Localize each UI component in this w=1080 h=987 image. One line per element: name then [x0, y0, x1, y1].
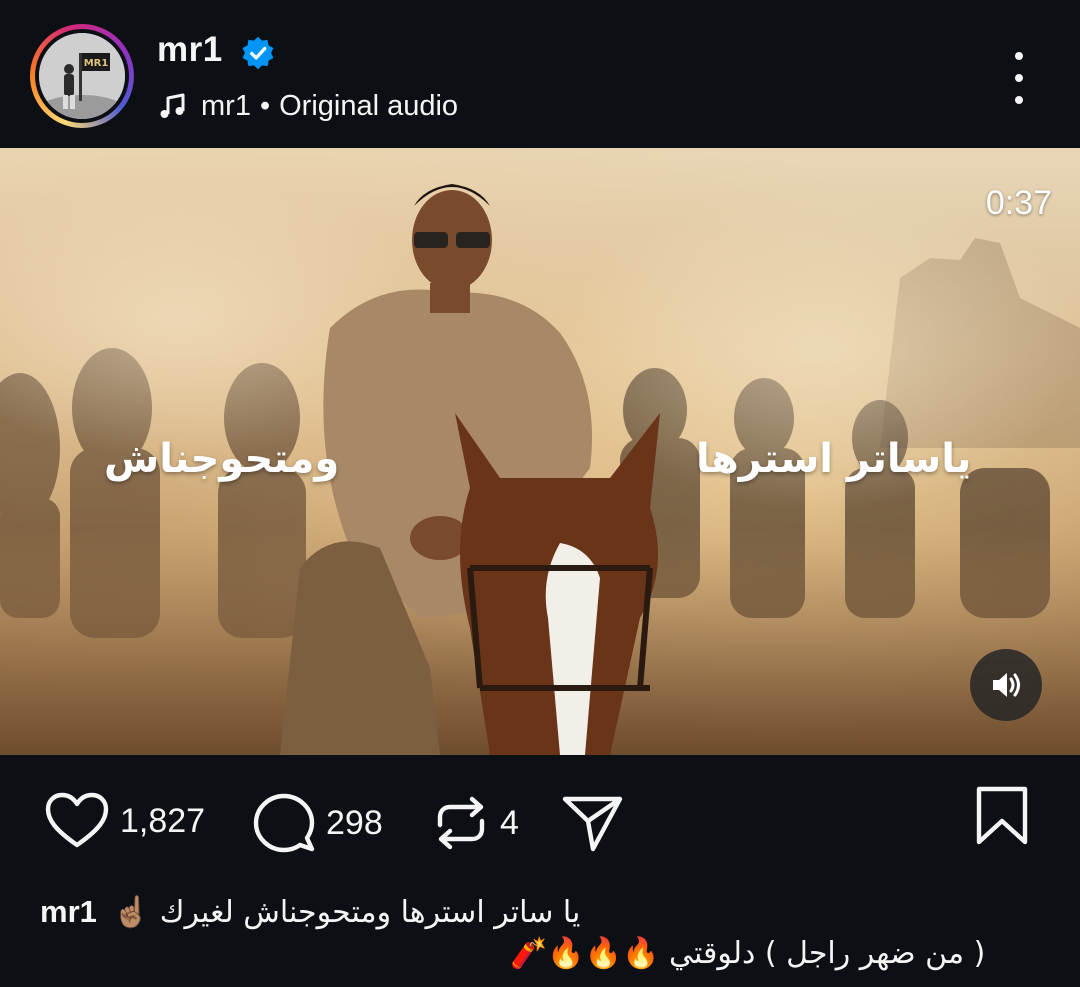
repost-count[interactable]: 4 — [500, 804, 519, 843]
caption-line-1: mr1 يا ساتر استرها ومتحوجناش لغيرك ☝🏽 — [40, 888, 580, 936]
more-dot-icon — [1015, 96, 1023, 104]
share-button[interactable] — [560, 791, 624, 855]
caption-text-1: يا ساتر استرها ومتحوجناش لغيرك ☝🏽 — [112, 894, 581, 930]
post-actions-bar: 1,827 298 4 — [0, 755, 1080, 885]
save-button[interactable] — [974, 785, 1030, 852]
caption-username[interactable]: mr1 — [40, 894, 97, 930]
audio-artist: mr1 — [201, 89, 251, 122]
like-count[interactable]: 1,827 — [120, 802, 205, 841]
bookmark-icon — [976, 786, 1028, 845]
comment-button[interactable]: 298 — [252, 791, 383, 855]
repost-icon — [437, 796, 485, 850]
avatar[interactable]: MR1 — [39, 33, 125, 119]
speaker-icon — [993, 673, 1020, 697]
verified-badge-icon — [242, 36, 274, 70]
more-dot-icon — [1015, 52, 1023, 60]
video-duration: 0:37 — [985, 184, 1052, 222]
comment-count[interactable]: 298 — [326, 804, 383, 843]
send-icon — [562, 796, 623, 852]
heart-icon — [45, 792, 109, 848]
audio-separator: • — [259, 89, 271, 122]
audio-title: Original audio — [279, 89, 459, 122]
avatar-flag-text: MR1 — [84, 58, 109, 69]
caption-text-2: ( من ضهر راجل ) دلوقتي 🔥🔥🔥🧨 — [510, 936, 986, 971]
avatar-image: MR1 — [39, 33, 125, 119]
post-username[interactable]: mr1 — [157, 30, 223, 70]
more-options-button[interactable] — [1000, 52, 1038, 104]
repost-button[interactable]: 4 — [432, 791, 519, 855]
post-header: MR1 mr1 mr1 • Original audio — [0, 0, 1080, 148]
music-note-icon — [160, 93, 185, 118]
more-dot-icon — [1015, 74, 1023, 82]
sound-toggle-button[interactable] — [970, 649, 1042, 721]
like-button[interactable]: 1,827 — [44, 791, 205, 851]
reel-video[interactable]: 0:37 ومتحوجناش ياساتر استرها — [0, 148, 1080, 755]
audio-link[interactable]: mr1 • Original audio — [157, 86, 458, 126]
story-ring[interactable]: MR1 — [30, 24, 134, 128]
video-overlay-text-left: ومتحوجناش — [104, 436, 340, 482]
video-overlay-text-right: ياساتر استرها — [696, 436, 972, 482]
comment-bubble-icon — [253, 793, 315, 853]
